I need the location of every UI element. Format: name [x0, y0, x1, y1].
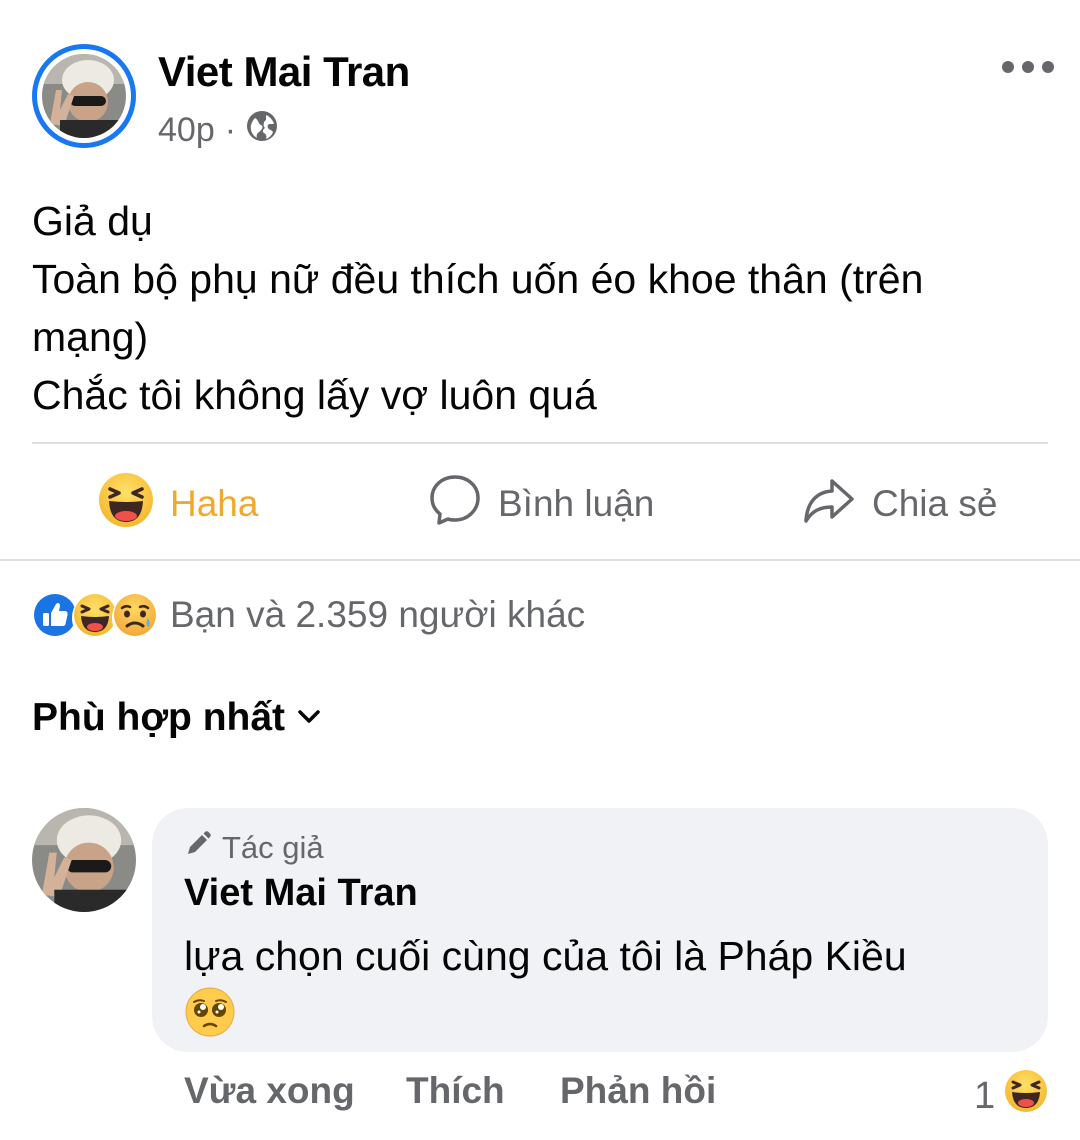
reaction-icons[interactable] [32, 590, 164, 646]
comment-like-button[interactable]: Thích [406, 1070, 505, 1112]
comment-time: Vừa xong [184, 1070, 355, 1111]
comment-button[interactable]: Bình luận [428, 466, 654, 542]
divider [32, 442, 1048, 444]
haha-emoji-icon [98, 472, 154, 537]
author-badge: Tác giả [184, 830, 324, 866]
post-line: Giả dụ [32, 198, 153, 244]
share-label: Chia sẻ [872, 483, 998, 524]
comment-icon [428, 473, 482, 536]
share-icon [802, 473, 856, 536]
haha-reaction-button[interactable]: Haha [98, 466, 258, 542]
haha-icon [1003, 1068, 1049, 1124]
post-author-name[interactable]: Viet Mai Tran [158, 48, 410, 96]
author-avatar[interactable] [32, 44, 136, 148]
comment-label: Bình luận [498, 483, 655, 524]
comment-reaction-count[interactable]: 1 [974, 1068, 1049, 1124]
avatar-photo [42, 54, 126, 138]
more-dot [1042, 61, 1054, 73]
more-options-button[interactable] [1002, 50, 1054, 84]
chevron-down-icon [295, 696, 323, 740]
divider [0, 559, 1080, 561]
more-dot [1022, 61, 1034, 73]
meta-separator: · [224, 111, 237, 149]
haha-label: Haha [170, 483, 259, 524]
pencil-icon [184, 830, 212, 866]
reaction-summary[interactable]: Bạn và 2.359 người khác [170, 594, 585, 636]
more-dot [1002, 61, 1014, 73]
sort-label: Phù hợp nhất [32, 696, 286, 739]
post-body: Giả dụ Toàn bộ phụ nữ đều thích uốn éo k… [32, 192, 1032, 424]
share-button[interactable]: Chia sẻ [802, 466, 997, 542]
sad-icon [112, 592, 164, 644]
post-time[interactable]: 40p [158, 111, 215, 150]
commenter-avatar[interactable] [32, 808, 136, 912]
author-badge-label: Tác giả [222, 830, 324, 865]
post-line: Chắc tôi không lấy vợ luôn quá [32, 372, 597, 418]
comment-reaction-number: 1 [974, 1074, 996, 1117]
post-meta: 40p · [158, 110, 278, 151]
post-line: Toàn bộ phụ nữ đều thích uốn éo khoe thâ… [32, 256, 935, 360]
comment-author-name[interactable]: Viet Mai Tran [184, 872, 418, 915]
comments-sort-dropdown[interactable]: Phù hợp nhất [32, 696, 323, 740]
pleading-face-icon [184, 986, 236, 1043]
comment-reply-button[interactable]: Phản hồi [560, 1070, 716, 1112]
globe-icon [246, 110, 278, 151]
comment-text: lựa chọn cuối cùng của tôi là Pháp Kiều [184, 933, 907, 979]
